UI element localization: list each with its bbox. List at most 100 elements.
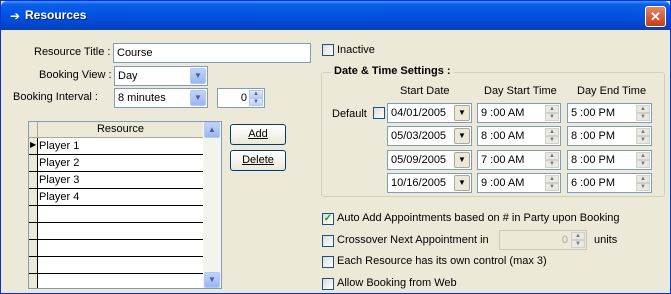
spin-up-icon[interactable]: ▲ (636, 152, 650, 160)
start-date-picker[interactable]: 05/09/2005 ▼ (387, 150, 472, 170)
row-selector[interactable] (29, 223, 38, 239)
day-end-time-field[interactable]: 8 :00 PM ▲ ▼ (567, 150, 652, 170)
spin-down-icon[interactable]: ▼ (571, 240, 585, 248)
resource-cell[interactable]: Player 4 (39, 191, 79, 203)
spin-up-icon[interactable]: ▲ (249, 90, 263, 98)
table-row[interactable] (29, 206, 203, 223)
day-start-time-field[interactable]: 9 :00 AM ▲ ▼ (477, 103, 561, 123)
spin-down-icon[interactable]: ▼ (249, 98, 263, 106)
time-spinner[interactable]: ▲ ▼ (636, 105, 650, 121)
resource-title-input[interactable]: Course (113, 43, 311, 63)
day-start-time-field[interactable]: 9 :00 AM ▲ ▼ (477, 173, 561, 193)
allow-web-checkbox[interactable] (322, 278, 334, 290)
calendar-dropdown-icon[interactable]: ▼ (454, 105, 470, 121)
start-date-picker[interactable]: 04/01/2005 ▼ (387, 103, 472, 123)
day-end-time-value: 8 :00 PM (571, 154, 616, 166)
time-spinner[interactable]: ▲ ▼ (545, 105, 559, 121)
scroll-up-icon[interactable]: ▲ (204, 122, 220, 138)
auto-add-checkbox[interactable]: ✓ (322, 213, 334, 225)
spin-up-icon[interactable]: ▲ (571, 232, 585, 240)
start-date-picker[interactable]: 05/03/2005 ▼ (387, 126, 472, 146)
row-selector[interactable] (29, 240, 38, 256)
grid-scrollbar[interactable]: ▲ ▼ (203, 122, 221, 288)
spin-down-icon[interactable]: ▼ (636, 113, 650, 121)
row-selector[interactable] (29, 172, 38, 188)
spinner[interactable]: ▲ ▼ (249, 90, 263, 106)
spinner[interactable]: ▲ ▼ (571, 232, 585, 248)
booking-interval-select[interactable]: 8 minutes ▼ (114, 88, 208, 108)
day-end-time-field[interactable]: 5 :00 PM ▲ ▼ (567, 103, 652, 123)
row-selector[interactable] (29, 274, 38, 288)
grid-header: Resource (29, 122, 203, 138)
time-spinner[interactable]: ▲ ▼ (545, 175, 559, 191)
spin-up-icon[interactable]: ▲ (545, 152, 559, 160)
row-selector[interactable] (29, 189, 38, 205)
time-spinner[interactable]: ▲ ▼ (636, 175, 650, 191)
add-button[interactable]: Add (230, 124, 286, 145)
spin-down-icon[interactable]: ▼ (545, 113, 559, 121)
day-start-time-field[interactable]: 8 :00 AM ▲ ▼ (477, 126, 561, 146)
close-button[interactable]: ✕ (645, 6, 666, 27)
scroll-down-icon[interactable]: ▼ (204, 272, 220, 288)
row-selector[interactable] (29, 206, 38, 222)
day-start-time-value: 7 :00 AM (481, 154, 525, 166)
spin-down-icon[interactable]: ▼ (636, 183, 650, 191)
row-pointer-icon: ▶ (30, 140, 37, 149)
time-spinner[interactable]: ▲ ▼ (636, 128, 650, 144)
day-start-time-value: 9 :00 AM (481, 177, 525, 189)
crossover-checkbox[interactable] (322, 235, 334, 247)
spin-down-icon[interactable]: ▼ (545, 136, 559, 144)
delete-button[interactable]: Delete (230, 150, 286, 171)
spin-up-icon[interactable]: ▲ (545, 105, 559, 113)
row-selector[interactable]: ▶ (29, 138, 38, 154)
inactive-checkbox[interactable] (322, 44, 334, 56)
default-label: Default (332, 108, 367, 120)
spin-down-icon[interactable]: ▼ (636, 136, 650, 144)
spin-down-icon[interactable]: ▼ (636, 160, 650, 168)
table-row[interactable] (29, 257, 203, 274)
crossover-units-stepper[interactable]: 0 ▲ ▼ (499, 230, 587, 250)
calendar-dropdown-icon[interactable]: ▼ (454, 152, 470, 168)
time-spinner[interactable]: ▲ ▼ (545, 152, 559, 168)
spin-up-icon[interactable]: ▲ (545, 175, 559, 183)
calendar-dropdown-icon[interactable]: ▼ (454, 175, 470, 191)
resources-window: ➔ Resources ✕ Resource Title : Course Bo… (0, 0, 671, 294)
chevron-down-icon[interactable]: ▼ (190, 90, 206, 106)
spin-up-icon[interactable]: ▲ (545, 128, 559, 136)
default-checkbox[interactable] (373, 107, 385, 119)
spin-down-icon[interactable]: ▼ (545, 183, 559, 191)
time-spinner[interactable]: ▲ ▼ (636, 152, 650, 168)
units-label: units (594, 234, 618, 246)
day-end-time-field[interactable]: 8 :00 PM ▲ ▼ (567, 126, 652, 146)
spin-down-icon[interactable]: ▼ (545, 160, 559, 168)
table-row[interactable] (29, 223, 203, 240)
allow-web-label: Allow Booking from Web (337, 277, 457, 289)
table-row[interactable]: Player 3 (29, 172, 203, 189)
table-row[interactable]: Player 4 (29, 189, 203, 206)
table-row[interactable]: ▶ Player 1 (29, 138, 203, 155)
table-row[interactable] (29, 240, 203, 257)
checkmark-icon: ✓ (323, 213, 333, 224)
interval-count-stepper[interactable]: 0 ▲ ▼ (217, 88, 265, 108)
day-end-time-field[interactable]: 6 :00 PM ▲ ▼ (567, 173, 652, 193)
each-resource-checkbox[interactable] (322, 256, 334, 268)
row-selector[interactable] (29, 257, 38, 273)
resource-cell[interactable]: Player 2 (39, 157, 79, 169)
time-spinner[interactable]: ▲ ▼ (545, 128, 559, 144)
resource-cell[interactable]: Player 3 (39, 174, 79, 186)
booking-view-select[interactable]: Day ▼ (114, 66, 208, 86)
table-row[interactable]: Player 2 (29, 155, 203, 172)
spin-up-icon[interactable]: ▲ (636, 105, 650, 113)
spin-up-icon[interactable]: ▲ (636, 128, 650, 136)
table-row[interactable] (29, 274, 203, 288)
spin-up-icon[interactable]: ▲ (636, 175, 650, 183)
row-selector[interactable] (29, 155, 38, 171)
start-date-picker[interactable]: 10/16/2005 ▼ (387, 173, 472, 193)
chevron-down-icon[interactable]: ▼ (190, 68, 206, 84)
resource-grid[interactable]: Resource ▶ Player 1 Player 2 Player 3 Pla… (28, 121, 222, 289)
resource-cell[interactable]: Player 1 (39, 140, 79, 152)
day-start-time-field[interactable]: 7 :00 AM ▲ ▼ (477, 150, 561, 170)
title-bar[interactable]: ➔ Resources ✕ (1, 1, 670, 30)
each-resource-label: Each Resource has its own control (max 3… (337, 255, 547, 267)
calendar-dropdown-icon[interactable]: ▼ (454, 128, 470, 144)
